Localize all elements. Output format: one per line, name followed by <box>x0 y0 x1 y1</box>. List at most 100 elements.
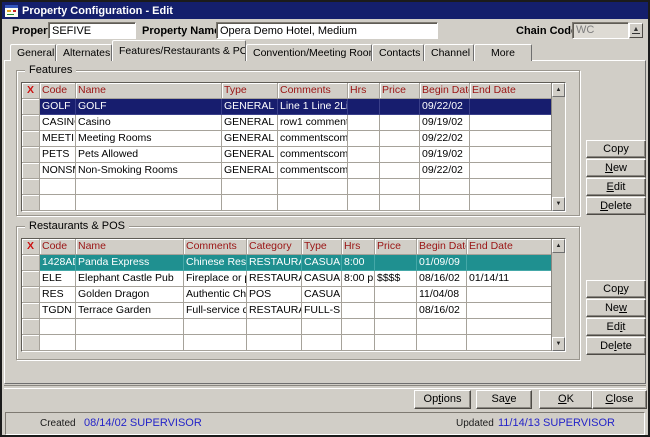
tab-channel[interactable]: Channel <box>424 44 474 61</box>
restaurants-edit-button[interactable]: Edit <box>586 318 646 336</box>
column-header-price: Price <box>375 239 417 255</box>
table-row-empty[interactable] <box>22 319 552 335</box>
tab-alternates[interactable]: Alternates <box>56 44 112 61</box>
cell-empty <box>380 179 420 195</box>
cell-end-date <box>470 147 552 163</box>
ok-button[interactable]: OK <box>539 390 593 409</box>
property-configuration-window: Property Configuration - Edit Property P… <box>0 0 650 437</box>
cell-price <box>380 163 420 179</box>
cell-empty <box>40 179 76 195</box>
cell-type: CASUAL DINING <box>302 271 342 287</box>
cell-comments: Line 1 Line 2Line <box>278 99 348 115</box>
cell-name: Golden Dragon <box>76 287 184 303</box>
features-delete-button[interactable]: Delete <box>586 197 646 215</box>
cell-empty <box>380 195 420 211</box>
close-button[interactable]: Close <box>592 390 647 409</box>
table-row-empty[interactable] <box>22 335 552 351</box>
features-new-button[interactable]: New <box>586 159 646 177</box>
table-row-casino[interactable]: CASINO Casino GENERAL row1 comments o 09… <box>22 115 552 131</box>
row-selector <box>22 179 40 195</box>
table-row-golden-dragon[interactable]: RES Golden Dragon Authentic Chinese POS … <box>22 287 552 303</box>
row-selector <box>22 335 40 351</box>
restaurants-table-header: X Code Name Comments Category Type Hrs P… <box>22 239 552 255</box>
table-row-terrace-garden[interactable]: TGDN Terrace Garden Full-service dining … <box>22 303 552 319</box>
row-selector[interactable] <box>22 99 40 115</box>
scroll-up-button[interactable]: ▲ <box>552 239 565 253</box>
chain-code-lov-button[interactable]: ▲ <box>629 23 643 38</box>
tab-general[interactable]: General <box>10 44 56 61</box>
cell-empty <box>76 319 184 335</box>
tab-convention-meeting-rooms[interactable]: Convention/Meeting Rooms <box>246 44 372 61</box>
restaurants-new-button[interactable]: New <box>586 299 646 317</box>
table-row-empty[interactable] <box>22 195 552 211</box>
cell-empty <box>278 195 348 211</box>
up-arrow-icon: ▲ <box>632 26 641 34</box>
restaurants-copy-button[interactable]: Copy <box>586 280 646 298</box>
scroll-down-button[interactable]: ▼ <box>552 337 565 351</box>
cell-code: GOLF <box>40 99 76 115</box>
updated-value: 11/14/13 SUPERVISOR <box>498 417 615 429</box>
cell-comments: Fireplace or patio <box>184 271 247 287</box>
cell-type: CASUAL <box>302 287 342 303</box>
cell-price <box>375 255 417 271</box>
cell-price <box>380 115 420 131</box>
features-copy-button[interactable]: Copy <box>586 140 646 158</box>
table-row-pets[interactable]: PETS Pets Allowed GENERAL commentscommen… <box>22 147 552 163</box>
table-row-empty[interactable] <box>22 179 552 195</box>
property-input[interactable] <box>48 22 136 39</box>
row-selector[interactable] <box>22 287 40 303</box>
title-bar[interactable]: Property Configuration - Edit <box>2 2 648 19</box>
cell-price <box>375 287 417 303</box>
property-name-input[interactable] <box>216 22 438 39</box>
features-edit-button[interactable]: Edit <box>586 178 646 196</box>
cell-empty <box>76 179 222 195</box>
save-button[interactable]: Save <box>476 390 532 409</box>
cell-comments: Full-service dining <box>184 303 247 319</box>
window-icon <box>5 5 18 17</box>
cell-name: Terrace Garden <box>76 303 184 319</box>
cell-code: TGDN <box>40 303 76 319</box>
window-title: Property Configuration - Edit <box>22 5 173 17</box>
cell-empty <box>278 179 348 195</box>
row-selector[interactable] <box>22 131 40 147</box>
cell-code: MEETING <box>40 131 76 147</box>
scroll-up-button[interactable]: ▲ <box>552 83 565 97</box>
table-row-nonsmk[interactable]: NONSMK Non-Smoking Rooms GENERAL comment… <box>22 163 552 179</box>
row-selector[interactable] <box>22 147 40 163</box>
cell-empty <box>76 335 184 351</box>
tab-features-restaurants-pos[interactable]: Features/Restaurants & POS <box>112 40 246 61</box>
table-row-golf[interactable]: GOLF GOLF GENERAL Line 1 Line 2Line 09/2… <box>22 99 552 115</box>
cell-type: CASUAL <box>302 255 342 271</box>
tab-contacts[interactable]: Contacts <box>372 44 424 61</box>
cell-empty <box>247 335 302 351</box>
row-selector[interactable] <box>22 303 40 319</box>
tab-more[interactable]: More <box>474 44 532 61</box>
table-row-elephant-castle[interactable]: ELE Elephant Castle Pub Fireplace or pat… <box>22 271 552 287</box>
options-button[interactable]: Options <box>414 390 471 409</box>
cell-empty <box>40 319 76 335</box>
column-header-end-date: End Date <box>467 239 552 255</box>
chain-code-input[interactable]: WC <box>572 22 629 39</box>
column-header-code: Code <box>40 239 76 255</box>
cell-name: Pets Allowed <box>76 147 222 163</box>
cell-comments: commentscomments <box>278 131 348 147</box>
created-value: 08/14/02 SUPERVISOR <box>84 417 202 429</box>
row-selector[interactable] <box>22 115 40 131</box>
cell-price: $$$$ <box>375 271 417 287</box>
cell-hrs: 8:00 <box>342 255 375 271</box>
scroll-down-button[interactable]: ▼ <box>552 197 565 211</box>
row-selector[interactable] <box>22 271 40 287</box>
row-selector[interactable] <box>22 255 40 271</box>
restaurants-vertical-scrollbar[interactable]: ▲ ▼ <box>551 239 565 351</box>
column-header-name: Name <box>76 83 222 99</box>
cell-empty <box>420 195 470 211</box>
row-selector[interactable] <box>22 163 40 179</box>
cell-end-date <box>470 131 552 147</box>
cell-category: RESTAURANT <box>247 255 302 271</box>
features-vertical-scrollbar[interactable]: ▲ ▼ <box>551 83 565 211</box>
column-header-name: Name <box>76 239 184 255</box>
table-row-meeting[interactable]: MEETING Meeting Rooms GENERAL commentsco… <box>22 131 552 147</box>
cell-begin-date: 09/22/02 <box>420 163 470 179</box>
table-row-panda-express[interactable]: 1428AD Panda Express Chinese Restaurant … <box>22 255 552 271</box>
restaurants-delete-button[interactable]: Delete <box>586 337 646 355</box>
